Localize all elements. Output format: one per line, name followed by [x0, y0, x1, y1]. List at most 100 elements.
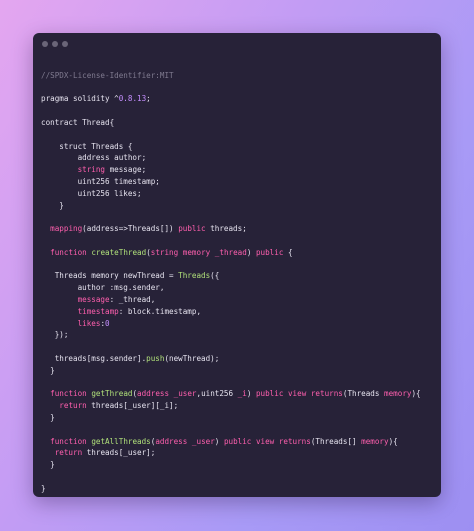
- code-token: timestamp: [77, 306, 119, 316]
- code-token: (Threads[]: [310, 436, 362, 446]
- code-token: function: [50, 436, 87, 446]
- code-token: ): [246, 247, 256, 257]
- code-line: address author;: [41, 152, 433, 164]
- code-token: memory: [384, 389, 412, 399]
- code-token: return: [59, 401, 87, 411]
- code-token: }: [41, 483, 46, 493]
- window-controls: [42, 41, 68, 47]
- code-line: });: [41, 329, 433, 341]
- code-token: getAllThreads: [91, 436, 151, 446]
- code-token: //SPDX-License-Identifier:MIT: [41, 70, 174, 80]
- code-line: return threads[_user][_i];: [41, 400, 433, 412]
- code-token: (address=>Threads[]): [82, 224, 179, 234]
- code-token: message;: [105, 165, 147, 175]
- code-line: function createThread(string memory _thr…: [41, 247, 433, 259]
- code-line: likes:0: [41, 318, 433, 330]
- code-block[interactable]: //SPDX-License-Identifier:MIT pragma soli…: [41, 58, 433, 494]
- close-dot-icon[interactable]: [42, 41, 48, 47]
- code-token: function: [50, 389, 87, 399]
- code-token: }: [41, 365, 55, 375]
- code-line: contract Thread{: [41, 117, 433, 129]
- code-token: threads[_user][_i];: [86, 401, 179, 411]
- code-token: message: [77, 294, 110, 304]
- code-token: 0: [105, 318, 110, 328]
- code-token: struct Threads {: [41, 141, 133, 151]
- code-line: mapping(address=>Threads[]) public threa…: [41, 223, 433, 235]
- code-token: memory: [182, 247, 211, 257]
- code-token: returns: [310, 389, 343, 399]
- code-token: ): [214, 436, 224, 446]
- code-line: return threads[_user];: [41, 447, 433, 459]
- code-line: Threads memory newThread = Threads({: [41, 270, 433, 282]
- code-token: string: [150, 247, 179, 257]
- code-line: timestamp: block.timestamp,: [41, 306, 433, 318]
- code-token: public: [255, 389, 284, 399]
- code-line: function getThread(address _user,uint256…: [41, 388, 433, 400]
- code-token: threads[msg.sender].: [41, 353, 147, 363]
- code-line: }: [41, 459, 433, 471]
- code-token: 0.8.13: [118, 94, 147, 104]
- code-token: ): [246, 389, 256, 399]
- code-token: public: [223, 436, 252, 446]
- code-token: function: [50, 247, 87, 257]
- code-token: ,uint256: [196, 389, 238, 399]
- code-token: author :msg.sender,: [41, 283, 165, 293]
- code-token: (newThread);: [164, 353, 220, 363]
- code-line: message: _thread,: [41, 294, 433, 306]
- code-token: ({: [210, 271, 220, 281]
- code-line: string message;: [41, 164, 433, 176]
- code-line: author :msg.sender,: [41, 282, 433, 294]
- code-line: pragma solidity ^0.8.13;: [41, 93, 433, 105]
- code-token: Threads: [178, 271, 211, 281]
- code-line: //SPDX-License-Identifier:MIT: [41, 70, 433, 82]
- maximize-dot-icon[interactable]: [62, 41, 68, 47]
- code-token: }: [41, 460, 55, 470]
- code-token: {: [283, 247, 293, 257]
- code-token: uint256 timestamp;: [41, 176, 160, 186]
- code-token: pragma solidity ^: [41, 94, 119, 104]
- code-token: view: [287, 389, 307, 399]
- code-token: threads[_user];: [82, 448, 156, 458]
- code-line: uint256 timestamp;: [41, 176, 433, 188]
- code-line: }: [41, 483, 433, 495]
- code-line: }: [41, 365, 433, 377]
- code-token: }: [41, 412, 55, 422]
- code-line: }: [41, 200, 433, 212]
- code-token: : block.timestamp,: [118, 306, 202, 316]
- code-token: return: [54, 448, 83, 458]
- code-line: struct Threads {: [41, 141, 433, 153]
- code-token: createThread: [91, 247, 147, 257]
- code-token: public: [178, 224, 206, 234]
- code-token: string: [77, 165, 106, 175]
- code-token: mapping: [50, 224, 83, 234]
- code-token: returns: [278, 436, 311, 446]
- code-token: ){: [388, 436, 398, 446]
- code-token: contract Thread{: [41, 117, 115, 127]
- code-token: threads;: [205, 224, 247, 234]
- code-token: _user: [173, 389, 197, 399]
- code-token: }: [41, 200, 64, 210]
- code-token: _i: [237, 389, 247, 399]
- minimize-dot-icon[interactable]: [52, 41, 58, 47]
- code-token: address: [137, 389, 170, 399]
- code-line: function getAllThreads(address _user) pu…: [41, 436, 433, 448]
- code-token: view: [255, 436, 275, 446]
- code-token: ;: [146, 94, 151, 104]
- code-token: push: [146, 353, 165, 363]
